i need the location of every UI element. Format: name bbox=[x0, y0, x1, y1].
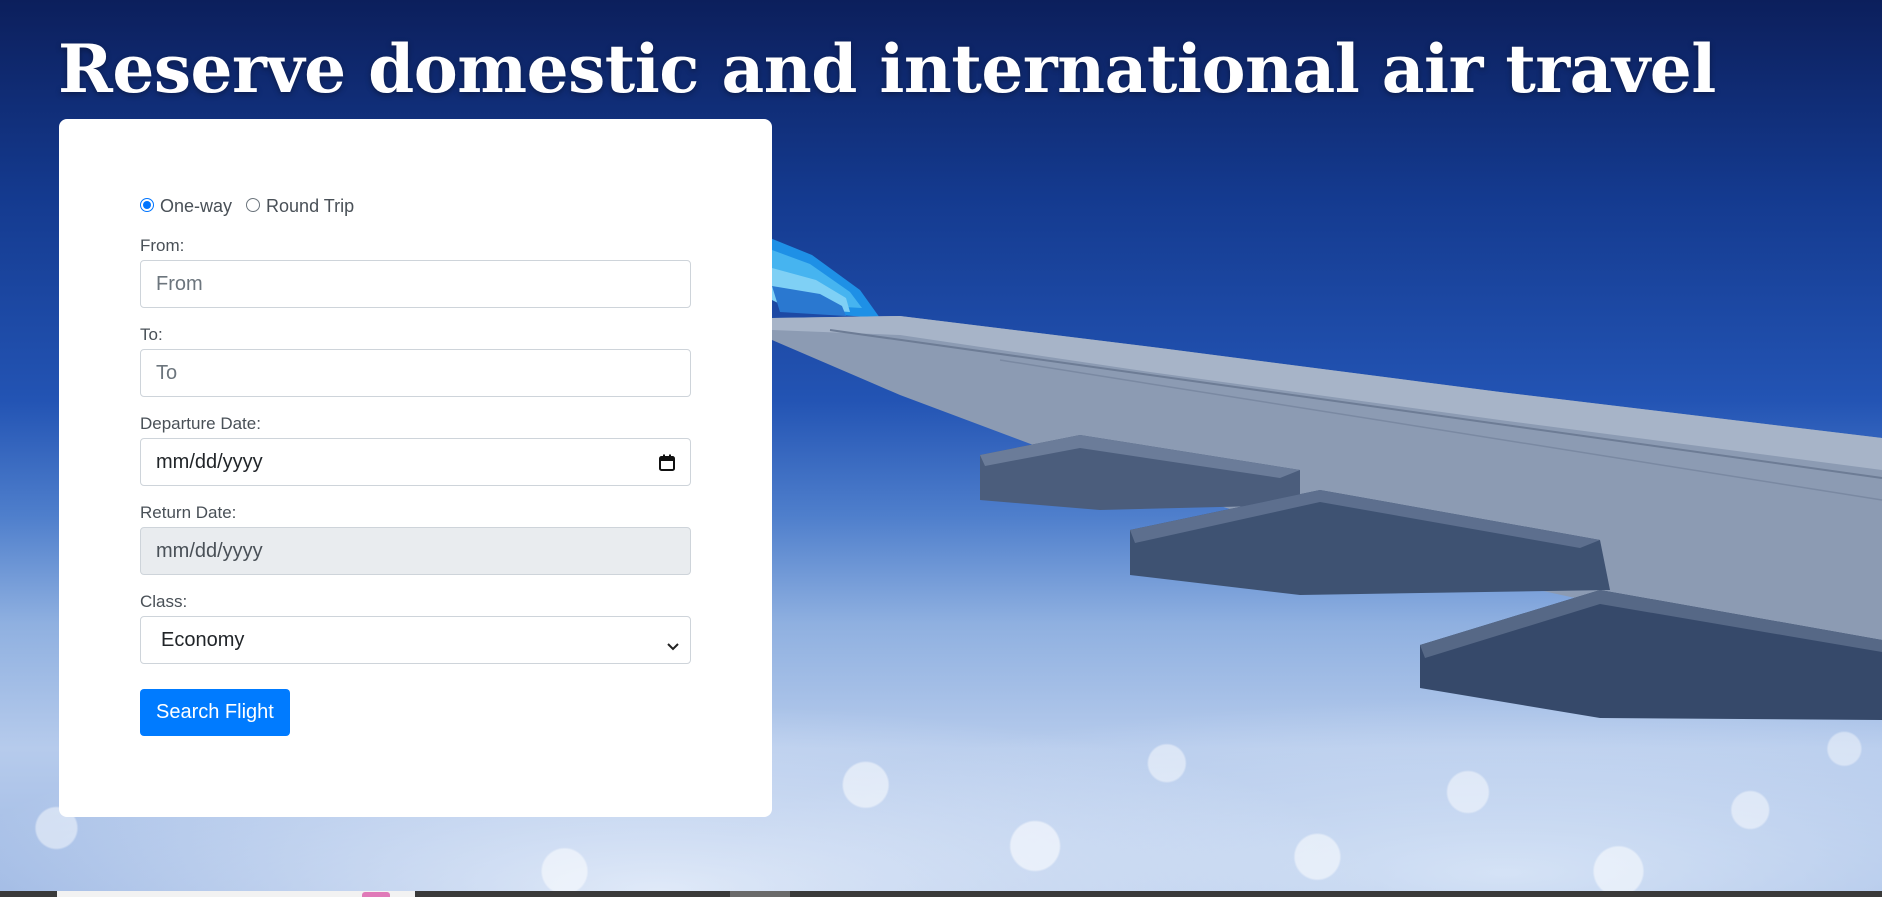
class-label: Class: bbox=[140, 592, 188, 611]
departure-date-input[interactable]: mm/dd/yyyy bbox=[140, 438, 691, 486]
calendar-icon[interactable] bbox=[659, 454, 675, 471]
departure-date-label: Departure Date: bbox=[140, 414, 261, 433]
to-input[interactable] bbox=[140, 349, 691, 397]
chevron-down-icon bbox=[666, 635, 680, 651]
one-way-label[interactable]: One-way bbox=[160, 196, 232, 217]
class-selected-value: Economy bbox=[161, 628, 245, 651]
page-title: Reserve domestic and international air t… bbox=[58, 30, 1716, 108]
return-date-input[interactable]: mm/dd/yyyy bbox=[140, 527, 691, 575]
taskbar-window-thumbnail-2[interactable] bbox=[730, 891, 790, 897]
flight-search-form: One-way Round Trip From: To: Departure D… bbox=[140, 193, 691, 736]
to-label: To: bbox=[140, 325, 163, 344]
departure-date-value: mm/dd/yyyy bbox=[156, 450, 263, 473]
return-date-value: mm/dd/yyyy bbox=[156, 539, 263, 562]
class-select[interactable]: Economy bbox=[140, 616, 691, 664]
return-date-label: Return Date: bbox=[140, 503, 237, 522]
one-way-radio[interactable] bbox=[140, 198, 154, 212]
flight-search-card: One-way Round Trip From: To: Departure D… bbox=[59, 119, 772, 817]
from-input[interactable] bbox=[140, 260, 691, 308]
search-flight-button[interactable]: Search Flight bbox=[140, 689, 290, 736]
round-trip-label[interactable]: Round Trip bbox=[266, 196, 354, 217]
from-label: From: bbox=[140, 236, 185, 255]
trip-type-group: One-way Round Trip bbox=[140, 193, 691, 219]
taskbar-app-indicator bbox=[362, 892, 390, 897]
round-trip-radio[interactable] bbox=[246, 198, 261, 212]
